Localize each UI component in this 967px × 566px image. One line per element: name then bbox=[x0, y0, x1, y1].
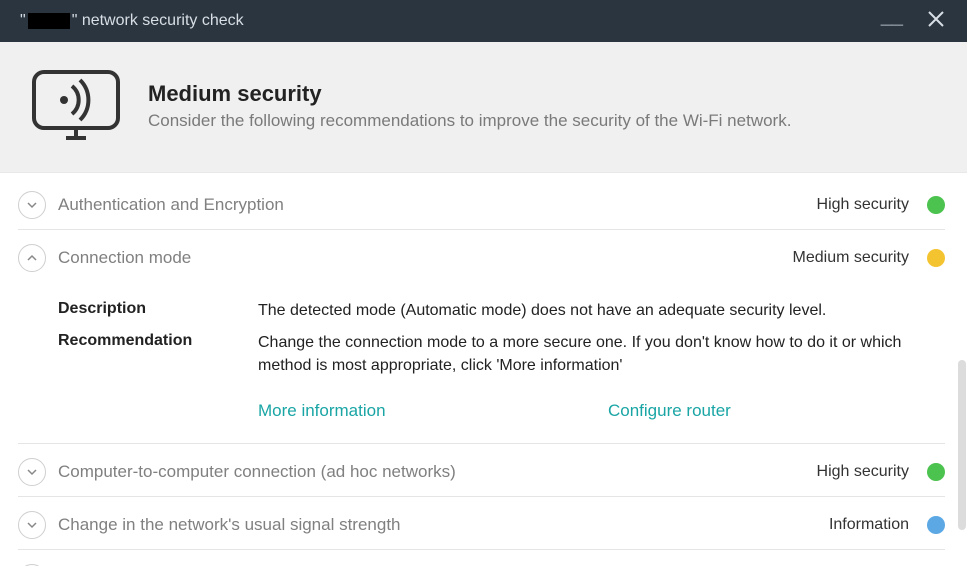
recommendation-value: Change the connection mode to a more sec… bbox=[258, 332, 945, 377]
collapse-button[interactable] bbox=[18, 244, 46, 272]
check-status: Medium security bbox=[793, 249, 909, 267]
status-dot-icon bbox=[927, 249, 945, 267]
recommendation-label: Recommendation bbox=[58, 332, 258, 377]
window-title: "" network security check bbox=[20, 12, 881, 30]
check-title: Authentication and Encryption bbox=[58, 195, 805, 215]
chevron-up-icon bbox=[26, 252, 38, 264]
titlebar: "" network security check __ bbox=[0, 0, 967, 42]
status-dot-icon bbox=[927, 516, 945, 534]
scrollbar-thumb[interactable] bbox=[958, 360, 966, 530]
check-row-adhoc: Computer-to-computer connection (ad hoc … bbox=[18, 443, 945, 497]
configure-router-link[interactable]: Configure router bbox=[608, 401, 731, 421]
redacted-network-name bbox=[28, 13, 70, 29]
expand-button[interactable] bbox=[18, 511, 46, 539]
scrollbar[interactable] bbox=[957, 360, 967, 566]
window-controls: __ bbox=[881, 10, 945, 32]
security-level-title: Medium security bbox=[148, 81, 791, 107]
description-label: Description bbox=[58, 300, 258, 322]
security-level-subtitle: Consider the following recommendations t… bbox=[148, 111, 791, 131]
expand-button[interactable] bbox=[18, 191, 46, 219]
status-dot-icon bbox=[927, 463, 945, 481]
check-row-network-name: Network name High security bbox=[18, 550, 945, 566]
monitor-wifi-icon bbox=[28, 66, 124, 146]
check-title: Change in the network's usual signal str… bbox=[58, 515, 817, 535]
close-button[interactable] bbox=[927, 10, 945, 32]
check-row-signal-strength: Change in the network's usual signal str… bbox=[18, 497, 945, 550]
check-status: High security bbox=[817, 196, 909, 214]
check-row-authentication: Authentication and Encryption High secur… bbox=[18, 177, 945, 230]
status-dot-icon bbox=[927, 196, 945, 214]
more-information-link[interactable]: More information bbox=[258, 401, 608, 421]
chevron-down-icon bbox=[26, 519, 38, 531]
summary-header: Medium security Consider the following r… bbox=[0, 42, 967, 173]
check-title: Connection mode bbox=[58, 248, 781, 268]
expand-button[interactable] bbox=[18, 458, 46, 486]
check-status: High security bbox=[817, 463, 909, 481]
check-status: Information bbox=[829, 516, 909, 534]
check-details: Description The detected mode (Automatic… bbox=[18, 282, 945, 443]
checks-list: Authentication and Encryption High secur… bbox=[0, 173, 967, 566]
check-title: Computer-to-computer connection (ad hoc … bbox=[58, 462, 805, 482]
minimize-button[interactable]: __ bbox=[881, 7, 903, 27]
chevron-down-icon bbox=[26, 199, 38, 211]
chevron-down-icon bbox=[26, 466, 38, 478]
check-row-connection-mode: Connection mode Medium security bbox=[18, 230, 945, 282]
description-value: The detected mode (Automatic mode) does … bbox=[258, 300, 945, 322]
